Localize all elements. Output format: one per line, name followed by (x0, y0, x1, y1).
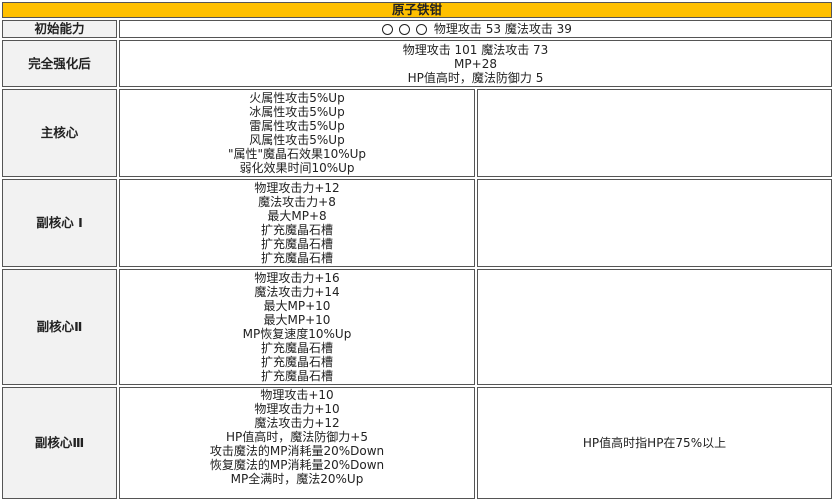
core-effect: 风属性攻击5%Up (249, 133, 345, 147)
core-effect: 扩充魔晶石槽 (260, 369, 333, 383)
initial-stats: 物理攻击 53 魔法攻击 39 (433, 22, 572, 36)
core-label-main: 主核心 (2, 89, 117, 177)
core-effect: 扩充魔晶石槽 (260, 341, 333, 355)
core-effect: 最大MP+10 (263, 313, 331, 327)
core-effect: 冰属性攻击5%Up (249, 105, 345, 119)
core-effect: 魔法攻击力+12 (254, 416, 340, 430)
full-upgrade-line: 物理攻击 101 魔法攻击 73 (402, 42, 549, 57)
core-label-sub2: 副核心Ⅱ (2, 269, 117, 385)
weapon-title: 原子铁钳 (2, 2, 833, 18)
empty-slot-icon (416, 24, 428, 35)
empty-slot-icon (382, 24, 394, 35)
full-upgrade-label: 完全强化后 (2, 40, 117, 87)
empty-slot-icon (399, 24, 411, 35)
core-effect: 扩充魔晶石槽 (260, 355, 333, 369)
core-effect: 物理攻击力+16 (254, 271, 340, 285)
core-label-sub3: 副核心Ⅲ (2, 387, 117, 499)
core-effect: 物理攻击力+12 (254, 181, 340, 195)
full-upgrade-line: HP值高时，魔法防御力 5 (407, 70, 544, 85)
core-effects-sub3: 物理攻击+10 物理攻击力+10 魔法攻击力+12 HP值高时，魔法防御力+5 … (119, 387, 475, 499)
core-effects-sub2: 物理攻击力+16 魔法攻击力+14 最大MP+10 最大MP+10 MP恢复速度… (119, 269, 475, 385)
core-effect: 扩充魔晶石槽 (260, 237, 333, 251)
core-effect: 攻击魔法的MP消耗量20%Down (209, 444, 385, 458)
core-effect: 弱化效果时间10%Up (239, 161, 355, 175)
core-note-sub3: HP值高时指HP在75%以上 (477, 387, 833, 499)
full-upgrade-value: 物理攻击 101 魔法攻击 73 MP+28 HP值高时，魔法防御力 5 (119, 40, 833, 87)
core-effect: MP恢复速度10%Up (242, 327, 352, 341)
core-effect: 最大MP+10 (263, 299, 331, 313)
core-effect: MP全满时，魔法20%Up (230, 472, 364, 486)
core-effects-main: 火属性攻击5%Up 冰属性攻击5%Up 雷属性攻击5%Up 风属性攻击5%Up … (119, 89, 475, 177)
initial-value: 物理攻击 53 魔法攻击 39 (119, 20, 833, 38)
initial-label: 初始能力 (2, 20, 117, 38)
full-upgrade-line: MP+28 (454, 56, 497, 71)
core-effect: 魔法攻击力+14 (254, 285, 340, 299)
core-effect: 最大MP+8 (267, 209, 327, 223)
core-effect: 扩充魔晶石槽 (260, 251, 333, 265)
core-effects-sub1: 物理攻击力+12 魔法攻击力+8 最大MP+8 扩充魔晶石槽 扩充魔晶石槽 扩充… (119, 179, 475, 267)
core-effect: 恢复魔法的MP消耗量20%Down (209, 458, 385, 472)
core-effect: 火属性攻击5%Up (249, 91, 345, 105)
weapon-table: 原子铁钳 初始能力 物理攻击 53 魔法攻击 39 完全强化后 物理攻击 101… (0, 0, 834, 501)
core-note-sub2 (477, 269, 833, 385)
core-effect: 物理攻击力+10 (254, 402, 340, 416)
core-note-sub1 (477, 179, 833, 267)
core-effect: 魔法攻击力+8 (258, 195, 336, 209)
core-effect: HP值高时，魔法防御力+5 (226, 430, 368, 444)
core-effect: 物理攻击+10 (260, 388, 334, 402)
core-effect: 雷属性攻击5%Up (249, 119, 345, 133)
core-effect: 扩充魔晶石槽 (260, 223, 333, 237)
core-note-main (477, 89, 833, 177)
core-effect: "属性"魔晶石效果10%Up (227, 147, 367, 161)
core-label-sub1: 副核心 Ⅰ (2, 179, 117, 267)
